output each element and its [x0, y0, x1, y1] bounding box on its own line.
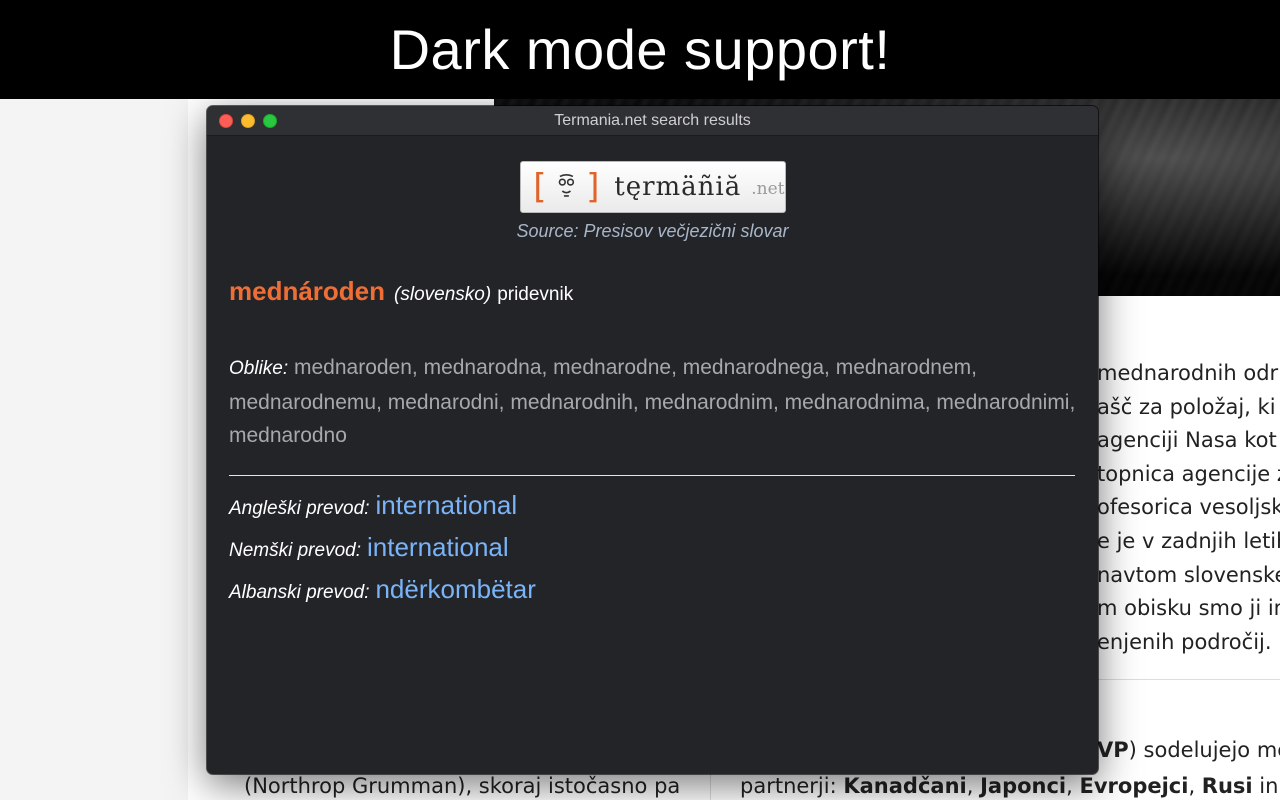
partner-name: Japonci	[980, 774, 1067, 798]
word-forms-list: mednaroden, mednarodna, mednarodne, medn…	[229, 356, 1076, 448]
window-controls	[219, 114, 277, 128]
translation-label: Nemški prevod:	[229, 539, 361, 561]
translation-link[interactable]: international	[367, 532, 509, 563]
logo-face-icon	[558, 173, 575, 197]
partners-prefix: partnerji:	[740, 774, 844, 798]
article-bold-fragment: VP	[1097, 738, 1129, 762]
background-left-margin	[0, 99, 188, 800]
article-line: m obisku smo ji im	[1097, 596, 1280, 621]
window-title: Termania.net search results	[554, 111, 751, 129]
dictionary-source: Source: Presisov večjezični slovar	[516, 221, 789, 241]
translation-row-english: Angleški prevod: international	[229, 490, 1076, 532]
background-partners-line: partnerji: Kanadčani, Japonci, Evropejci…	[740, 774, 1280, 798]
translation-label: Angleški prevod:	[229, 497, 370, 519]
background-column-divider	[710, 774, 711, 800]
translation-label: Albanski prevod:	[229, 581, 370, 603]
article-line: ašč za položaj, ki g	[1097, 394, 1280, 419]
background-article-line-bottom: VP) sodelujejo me	[1097, 738, 1280, 762]
logo-bracket-left-icon: [	[528, 167, 549, 207]
translation-row-german: Nemški prevod: international	[229, 532, 1076, 574]
translation-link[interactable]: international	[375, 490, 517, 521]
logo-container: [ ] tęrmäñiă .net	[229, 161, 1076, 213]
article-line: enjenih področij.	[1097, 629, 1272, 654]
partner-name: Rusi	[1201, 774, 1253, 798]
article-line: ofesorica vesoljsk	[1097, 495, 1280, 520]
window-titlebar[interactable]: Termania.net search results	[207, 106, 1098, 136]
translation-row-albanian: Albanski prevod: ndërkombëtar	[229, 574, 1076, 616]
entry-part-of-speech: pridevnik	[497, 284, 574, 305]
article-line: agenciji Nasa kot s	[1097, 428, 1280, 453]
termania-logo[interactable]: [ ] tęrmäñiă .net	[519, 161, 786, 213]
word-forms-label: Oblike:	[229, 358, 289, 379]
section-divider	[229, 474, 1075, 476]
partner-name: Kanadčani	[843, 774, 967, 798]
logo-domain: .net	[751, 179, 785, 199]
logo-bracket-right-icon: ]	[583, 167, 605, 207]
results-content: [ ] tęrmäñiă .net Source: Presisov večje…	[207, 161, 1098, 616]
translations-list: Angleški prevod: international Nemški pr…	[229, 490, 1076, 616]
article-line: e je v zadnjih letih	[1097, 528, 1280, 553]
partner-name: Evropejci	[1079, 774, 1189, 798]
word-forms: Oblike: mednaroden, mednarodna, mednarod…	[229, 351, 1076, 453]
logo-wordmark: tęrmäñiă	[614, 172, 742, 202]
dictionary-entry-header: mednároden (slovensko) pridevnik	[229, 276, 1076, 307]
background-article-paragraph: mednarodnih odr ašč za položaj, ki g age…	[1097, 357, 1280, 659]
background-left-column-line: (Northrop Grumman), skoraj istočasno pa	[244, 774, 681, 798]
banner-title: Dark mode support!	[389, 18, 891, 81]
search-results-window: Termania.net search results [ ] tęrmäñiă…	[207, 106, 1098, 774]
entry-headword: mednároden	[229, 276, 386, 306]
minimize-window-button[interactable]	[241, 114, 255, 128]
article-line: topnica agencije z	[1097, 461, 1280, 486]
promo-banner: Dark mode support!	[0, 0, 1280, 99]
article-line: navtom slovenskeg	[1097, 562, 1280, 587]
article-line: mednarodnih odr	[1097, 361, 1279, 385]
zoom-window-button[interactable]	[263, 114, 277, 128]
article-fragment: ) sodelujejo me	[1128, 738, 1280, 762]
translation-link[interactable]: ndërkombëtar	[375, 574, 535, 605]
partners-suffix: in sev	[1259, 774, 1280, 798]
entry-language: (slovensko)	[394, 284, 492, 305]
close-window-button[interactable]	[219, 114, 233, 128]
background-divider	[1097, 679, 1280, 680]
